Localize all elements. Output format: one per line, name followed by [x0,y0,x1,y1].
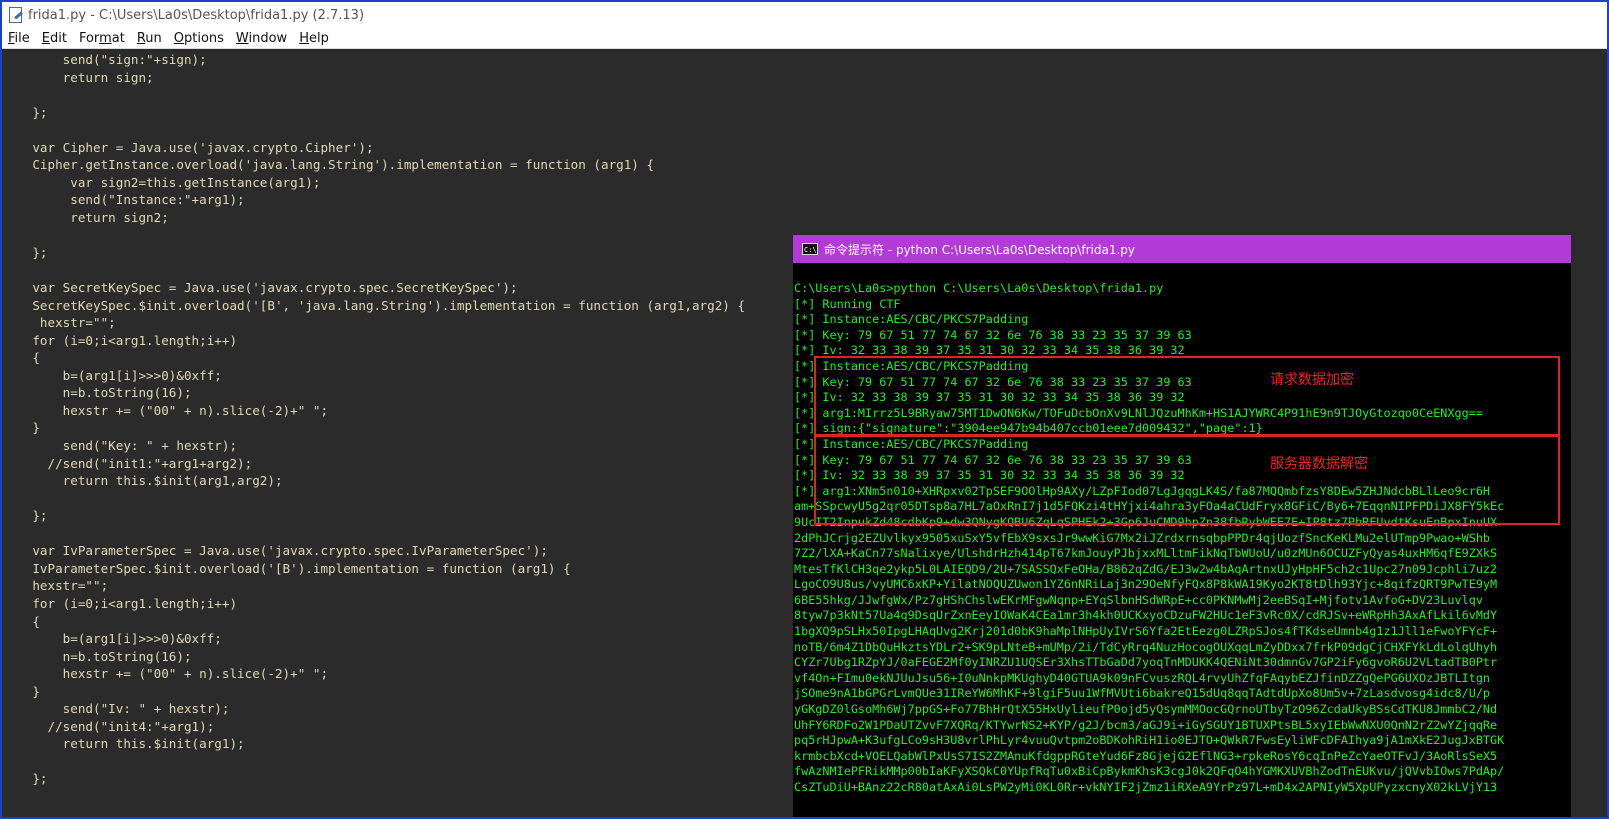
command-prompt-window[interactable]: C:\ 命令提示符 - python C:\Users\La0s\Desktop… [793,235,1571,817]
python-file-icon [8,7,23,23]
console-icon: C:\ [802,243,818,255]
window-title: frida1.py - C:\Users\La0s\Desktop\frida1… [28,7,365,23]
menu-format[interactable]: Format [73,31,131,46]
menu-window[interactable]: Window [230,31,293,46]
menu-options[interactable]: Options [168,31,230,46]
encrypt-highlight-box [814,356,1560,436]
encrypt-annotation: 请求数据加密 [1270,372,1354,388]
menu-edit[interactable]: Edit [36,31,73,46]
cmd-title-bar[interactable]: C:\ 命令提示符 - python C:\Users\La0s\Desktop… [793,235,1571,263]
decrypt-highlight-box [814,435,1560,525]
decrypt-annotation: 服务器数据解密 [1270,456,1368,472]
title-bar: frida1.py - C:\Users\La0s\Desktop\frida1… [2,2,1607,28]
cmd-title: 命令提示符 - python C:\Users\La0s\Desktop\fri… [824,242,1135,257]
menu-help[interactable]: Help [293,31,335,46]
menu-file[interactable]: File [2,31,36,46]
idle-editor-window: frida1.py - C:\Users\La0s\Desktop\frida1… [0,0,1609,819]
menu-run[interactable]: Run [131,31,168,46]
menu-bar: File Edit Format Run Options Window Help [2,28,1607,49]
